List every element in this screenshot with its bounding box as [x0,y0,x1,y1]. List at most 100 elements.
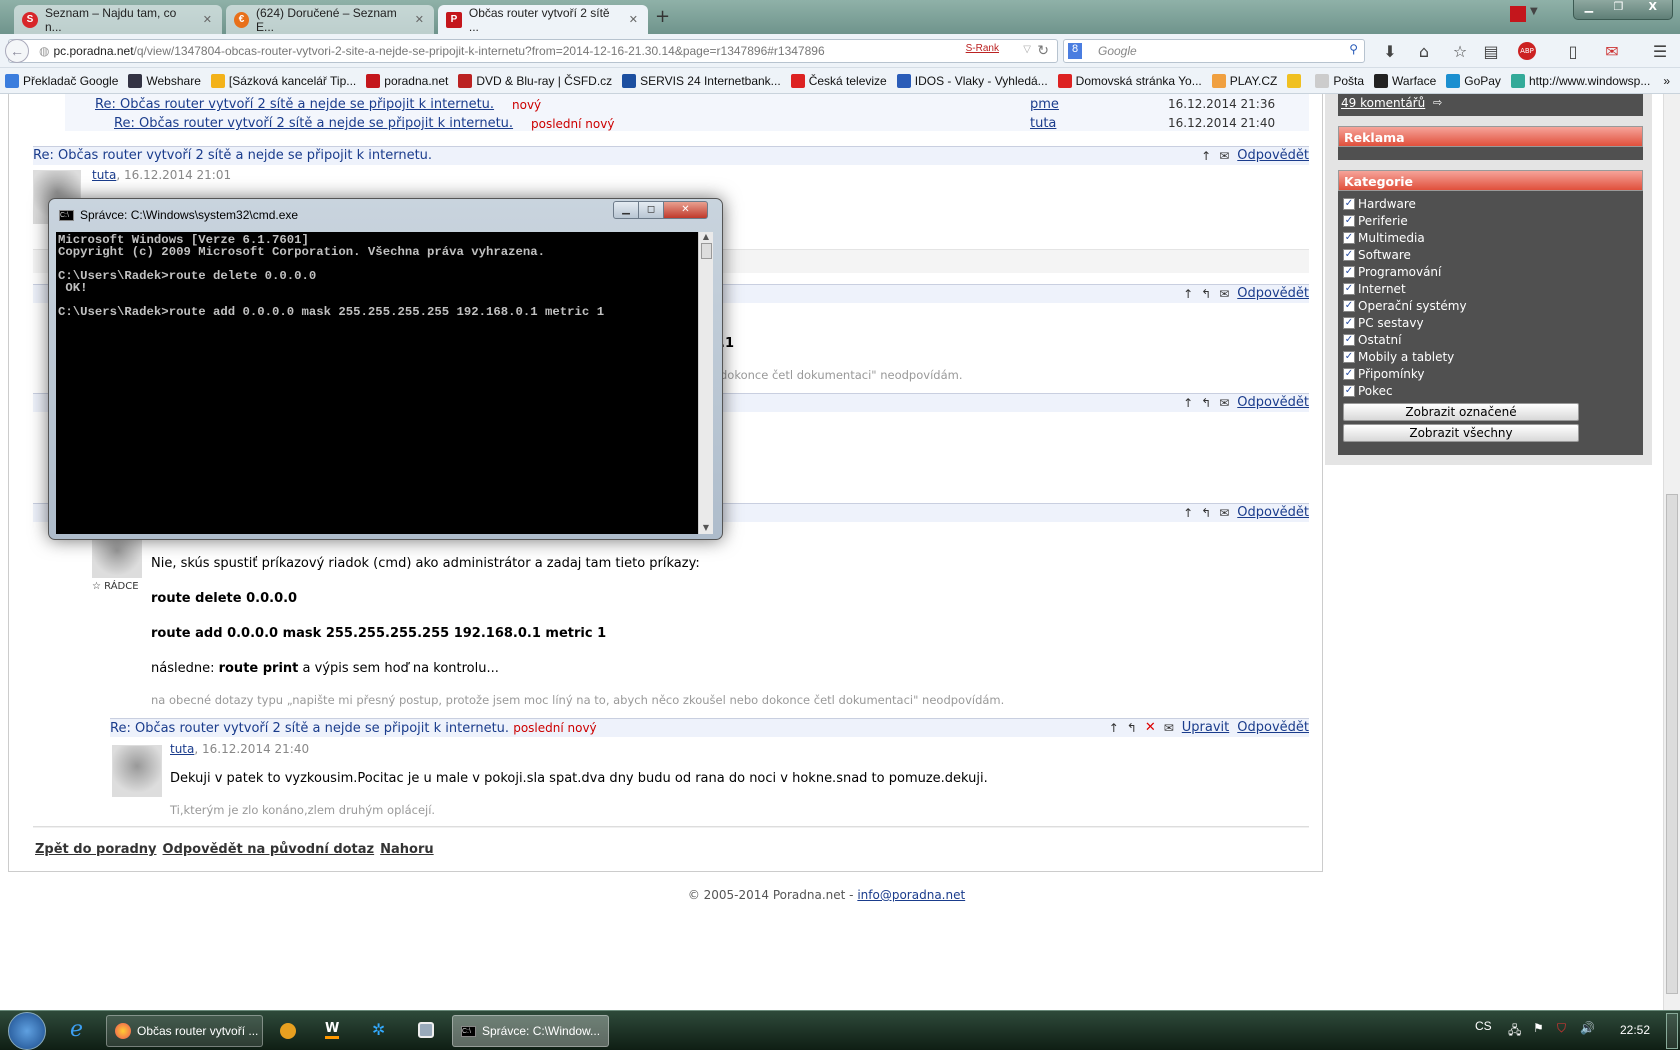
home-icon[interactable]: ⌂ [1414,42,1434,61]
bookmark-item[interactable]: Warface [1374,73,1436,88]
tab-email[interactable]: € (624) Doručené – Seznam E... ✕ [226,5,434,34]
show-desktop-button[interactable] [1666,1013,1678,1049]
language-indicator[interactable]: CS [1475,1019,1492,1033]
clipboard-icon[interactable]: ▤ [1481,42,1501,61]
arrow-up-icon[interactable]: ↑ [1109,719,1119,737]
checkbox[interactable]: ✓ [1343,367,1355,380]
checkbox[interactable]: ✓ [1343,214,1355,227]
category-checkbox-item[interactable]: ✓ Pokec [1338,382,1643,399]
checkbox[interactable]: ✓ [1343,350,1355,363]
category-checkbox-item[interactable]: ✓ Operační systémy [1338,297,1643,314]
cmd-minimize-button[interactable]: ▁ [613,201,639,219]
antivirus-icon[interactable]: ⛉ [1557,1021,1566,1036]
restore-button[interactable]: ❐ [1604,0,1634,19]
thread-author[interactable]: tuta [1030,116,1056,131]
reply-link[interactable]: Odpovědět [1237,504,1309,522]
srank-badge[interactable]: S-Rank [966,43,999,54]
arrow-up-icon[interactable]: ↑ [1183,504,1193,522]
back-to-forum-link[interactable]: Zpět do poradny [35,842,157,857]
thread-link[interactable]: Re: Občas router vytvoří 2 sítě a nejde … [114,116,513,131]
adblock-icon[interactable]: ABP [1518,42,1536,60]
scroll-down-icon[interactable]: ▼ [699,523,713,532]
show-selected-button[interactable]: Zobrazit označené [1343,403,1579,421]
bookmark-item[interactable]: http://www.windowsp... [1510,73,1650,88]
checkbox[interactable]: ✓ [1343,265,1355,278]
arrow-up-icon[interactable]: ↑ [1183,285,1193,303]
cmd-output[interactable]: Microsoft Windows [Verze 6.1.7601] Copyr… [56,232,698,534]
url-dropdown-icon[interactable]: ▽ [1023,44,1031,55]
addon-dropdown-icon[interactable]: ▼ [1530,6,1538,17]
reply-link[interactable]: Odpovědět [1237,394,1309,412]
close-tab-icon[interactable]: ✕ [629,13,638,26]
category-checkbox-item[interactable]: ✓ Programování [1338,263,1643,280]
addon-icon[interactable] [1510,6,1526,22]
ie-icon[interactable]: e [70,1017,83,1042]
parent-arrow-icon[interactable]: ↰ [1201,394,1211,412]
category-checkbox-item[interactable]: ✓ Hardware [1338,195,1643,212]
parent-arrow-icon[interactable]: ↰ [1201,285,1211,303]
reply-original-link[interactable]: Odpovědět na původní dotaz [163,842,375,857]
task-firefox[interactable]: Občas router vytvoří ... [106,1015,263,1047]
thread-link[interactable]: Re: Občas router vytvoří 2 sítě a nejde … [95,97,494,112]
comments-link[interactable]: 49 komentářů [1341,96,1425,110]
category-checkbox-item[interactable]: ✓ Připomínky [1338,365,1643,382]
email-link[interactable]: info@poradna.net [857,888,965,902]
mail-icon[interactable]: ✉ [1219,285,1229,303]
reader-icon[interactable]: ▯ [1563,42,1583,61]
bookmark-item[interactable]: Domovská stránka Yo... [1057,73,1202,88]
mail-icon[interactable]: ✉ [1219,147,1229,165]
bookmark-item[interactable]: [Sázková kancelář Tip... [210,73,356,88]
more-bookmarks-icon[interactable]: » [1663,74,1680,88]
checkbox[interactable]: ✓ [1343,197,1355,210]
parent-arrow-icon[interactable]: ↰ [1127,719,1137,737]
bookmark-item[interactable]: PLAY.CZ [1211,73,1277,88]
rss-icon[interactable]: ⇨ [1433,96,1442,109]
mail-icon[interactable]: ✉ [1164,719,1174,737]
checkbox[interactable]: ✓ [1343,299,1355,312]
reply-link[interactable]: Odpovědět [1237,285,1309,303]
tab-poradna[interactable]: P Občas router vytvoří 2 sítě ... ✕ [438,5,648,34]
bookmark-item[interactable]: Překladač Google [5,73,118,88]
checkbox[interactable]: ✓ [1343,333,1355,346]
arrow-up-icon[interactable]: ↑ [1201,147,1211,165]
reply-link[interactable]: Odpovědět [1237,147,1309,165]
scrollbar-thumb[interactable] [1666,494,1678,994]
reload-icon[interactable]: ↻ [1037,42,1049,59]
reply-link[interactable]: Odpovědět [1237,719,1309,737]
task-cmd[interactable]: C:\ Správce: C:\Window... [452,1015,609,1047]
scroll-up-icon[interactable]: ▲ [699,232,713,241]
volume-icon[interactable]: 🔊 [1580,1021,1595,1035]
cmd-scrollbar[interactable]: ▲ ▼ [698,232,713,534]
cmd-maximize-button[interactable]: ◻ [638,201,664,219]
bookmark-item[interactable]: GoPay [1446,73,1501,88]
url-bar[interactable]: ← ◍ pc.poradna.net/q/view/1347804-obcas-… [5,39,1058,63]
checkbox[interactable]: ✓ [1343,384,1355,397]
close-tab-icon[interactable]: ✕ [415,13,424,26]
google-icon[interactable]: 8 [1068,43,1082,59]
checkbox[interactable]: ✓ [1343,231,1355,244]
mail-icon[interactable]: ✉ [1219,394,1229,412]
bookmark-item[interactable]: IDOS - Vlaky - Vyhledá... [896,73,1048,88]
action-center-flag-icon[interactable]: ⚑ [1533,1021,1544,1035]
search-icon[interactable]: ⚲ [1349,42,1358,56]
checkbox[interactable]: ✓ [1343,248,1355,261]
new-tab-button[interactable]: + [655,6,670,27]
warface-icon[interactable]: W [325,1021,340,1039]
tab-seznam[interactable]: S Seznam – Najdu tam, co n... ✕ [14,5,222,34]
bookmark-item[interactable]: DVD & Blu-ray | ČSFD.cz [458,73,612,88]
start-button[interactable] [8,1012,46,1050]
author-link[interactable]: tuta [170,742,194,756]
download-icon[interactable]: ⬇ [1380,42,1400,61]
scrollbar-thumb[interactable] [700,243,712,259]
category-checkbox-item[interactable]: ✓ Ostatní [1338,331,1643,348]
mail-icon[interactable]: ✉ [1219,504,1229,522]
thread-author[interactable]: pme [1030,97,1059,112]
arrow-up-icon[interactable]: ↑ [1183,394,1193,412]
bookmark-item[interactable]: poradna.net [366,73,448,88]
category-checkbox-item[interactable]: ✓ Periferie [1338,212,1643,229]
close-window-button[interactable]: X [1633,0,1672,19]
category-checkbox-item[interactable]: ✓ Mobily a tablety [1338,348,1643,365]
bookmark-star-icon[interactable]: ☆ [1450,42,1470,61]
mail-alert-icon[interactable]: ✉ [1602,42,1622,61]
show-all-button[interactable]: Zobrazit všechny [1343,424,1579,442]
